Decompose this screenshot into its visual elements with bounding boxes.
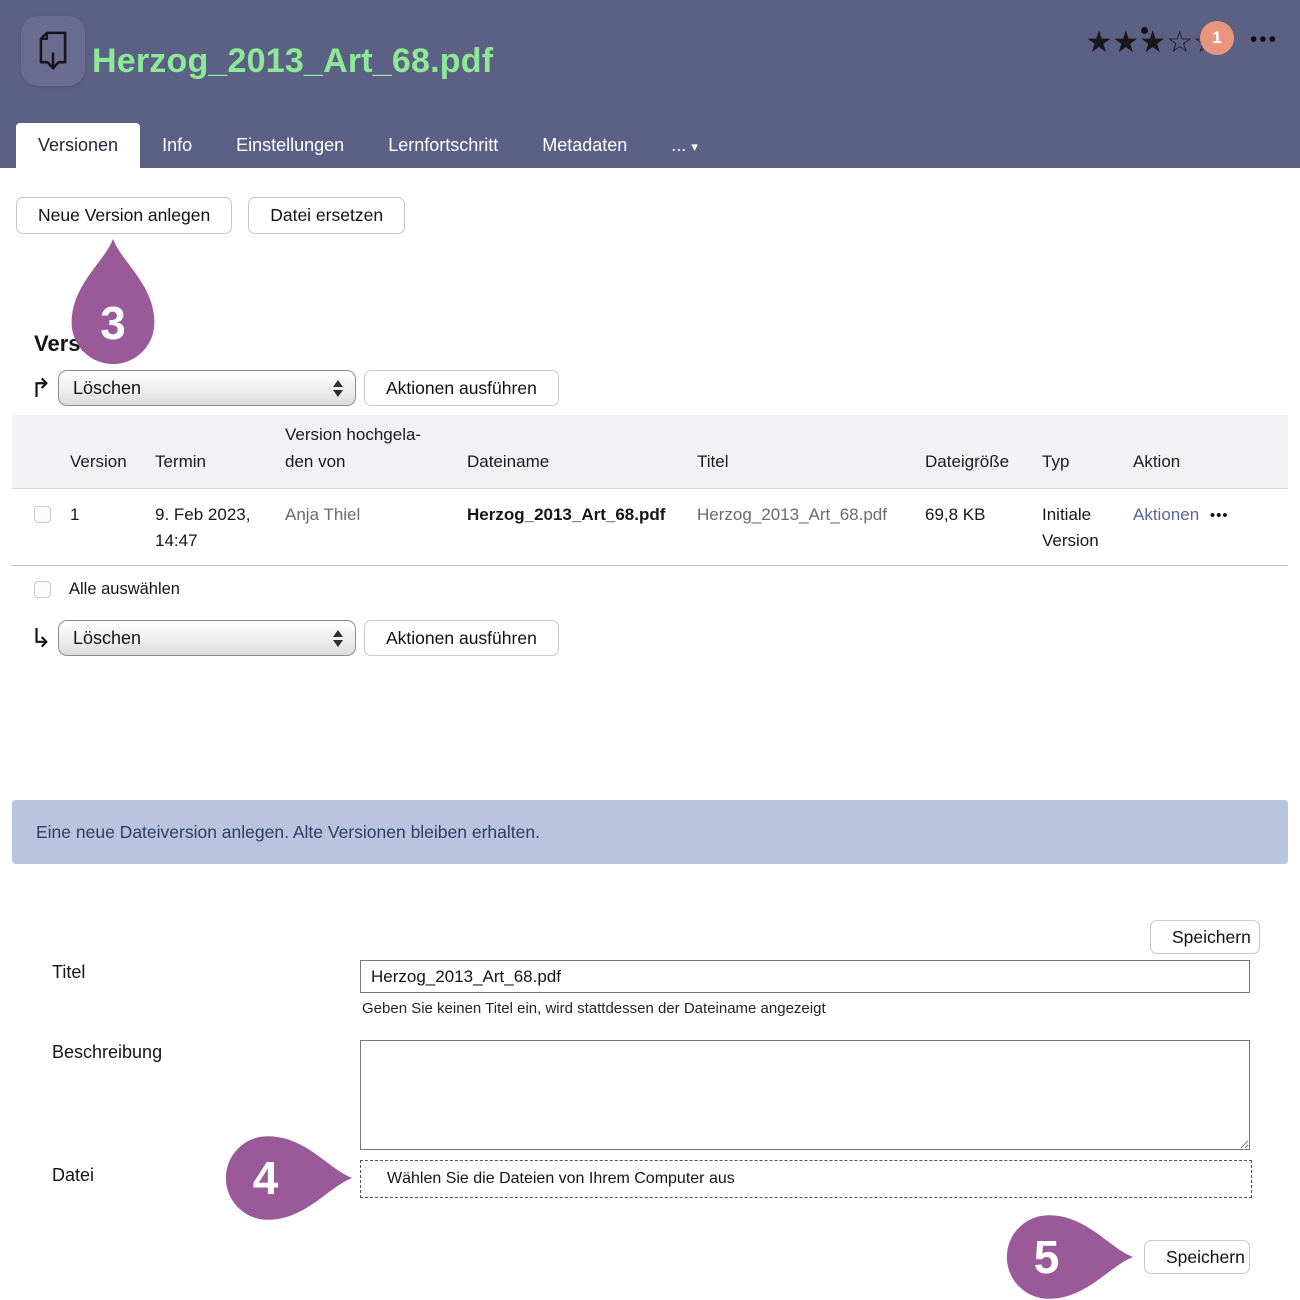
file-picker-label: Wählen Sie die Dateien von Ihrem Compute… xyxy=(387,1170,735,1188)
versions-table: Version Termin Version hochgela- den von… xyxy=(12,415,1288,599)
tab-einstellungen[interactable]: Einstellungen xyxy=(214,123,366,168)
page-title: Herzog_2013_Art_68.pdf xyxy=(92,42,493,81)
row-dateiname: Herzog_2013_Art_68.pdf xyxy=(467,502,697,528)
annotation-step-5-number: 5 xyxy=(1005,1209,1088,1300)
row-actions-more-icon[interactable]: ••• xyxy=(1210,507,1229,524)
more-menu-icon[interactable]: ••• xyxy=(1250,28,1278,52)
bulk-action-select-top[interactable]: Löschen xyxy=(58,370,356,406)
tab-bar: Versionen Info Einstellungen Lernfortsch… xyxy=(0,123,1300,168)
description-textarea[interactable] xyxy=(360,1040,1250,1150)
bulk-action-select-bottom[interactable]: Löschen xyxy=(58,620,356,656)
col-termin: Termin xyxy=(155,449,285,475)
annotation-step-3: 3 xyxy=(67,237,159,366)
select-all-row: Alle auswählen xyxy=(12,566,1288,599)
tab-lernfortschritt[interactable]: Lernfortschritt xyxy=(366,123,520,168)
row-version: 1 xyxy=(70,502,155,528)
row-checkbox[interactable] xyxy=(34,506,51,523)
annotation-step-5: 5 xyxy=(1005,1209,1135,1300)
row-actions-link[interactable]: Aktionen xyxy=(1133,505,1199,524)
chevron-down-icon: ▾ xyxy=(691,139,698,154)
file-drop-zone[interactable]: Wählen Sie die Dateien von Ihrem Compute… xyxy=(360,1160,1252,1198)
file-versions-page: Herzog_2013_Art_68.pdf ★★★☆☆ 1 ••• Versi… xyxy=(0,0,1300,1300)
col-dateigroesse: Dateigröße xyxy=(925,449,1042,475)
tab-metadaten[interactable]: Metadaten xyxy=(520,123,649,168)
table-header-row: Version Termin Version hochgela- den von… xyxy=(12,415,1288,489)
row-uploaded-by: Anja Thiel xyxy=(285,502,467,528)
col-aktion: Aktion xyxy=(1133,449,1288,475)
apply-to-selection-down-icon: ↳ xyxy=(30,619,58,657)
rating-average-marker-icon xyxy=(1141,27,1148,34)
select-all-label: Alle auswählen xyxy=(69,580,180,599)
toolbar: Neue Version anlegen Datei ersetzen xyxy=(16,197,405,234)
annotation-step-3-number: 3 xyxy=(67,283,159,363)
execute-action-button-top[interactable]: Aktionen ausführen xyxy=(364,370,559,406)
save-button-top[interactable]: Speichern xyxy=(1150,920,1260,954)
info-banner: Eine neue Dateiversion anlegen. Alte Ver… xyxy=(12,800,1288,864)
annotation-step-4-number: 4 xyxy=(224,1130,307,1226)
row-titel: Herzog_2013_Art_68.pdf xyxy=(697,502,925,528)
file-download-icon[interactable] xyxy=(21,16,85,86)
col-typ: Typ xyxy=(1042,449,1133,475)
select-all-checkbox[interactable] xyxy=(34,581,51,598)
bulk-actions-top: ↱ Löschen Aktionen ausführen xyxy=(30,369,559,407)
tab-versionen[interactable]: Versionen xyxy=(16,123,140,168)
rating-count-badge: 1 xyxy=(1200,21,1234,55)
row-typ: Initiale Version xyxy=(1042,502,1133,553)
execute-action-button-bottom[interactable]: Aktionen ausführen xyxy=(364,620,559,656)
table-row: 1 9. Feb 2023, 14:47 Anja Thiel Herzog_2… xyxy=(12,489,1288,565)
col-dateiname: Dateiname xyxy=(467,449,697,475)
save-button-bottom[interactable]: Speichern xyxy=(1144,1240,1250,1274)
description-label: Beschreibung xyxy=(52,1042,162,1063)
col-titel: Titel xyxy=(697,449,925,475)
col-version: Version xyxy=(70,449,155,475)
col-uploaded-by: Version hochgela- den von xyxy=(285,422,467,475)
title-hint: Geben Sie keinen Titel ein, wird stattde… xyxy=(362,1000,826,1017)
row-dateigroesse: 69,8 KB xyxy=(925,502,1042,528)
new-version-button[interactable]: Neue Version anlegen xyxy=(16,197,232,234)
tab-more[interactable]: ...▾ xyxy=(649,123,720,168)
apply-to-selection-up-icon: ↱ xyxy=(30,369,58,407)
tab-info[interactable]: Info xyxy=(140,123,214,168)
title-label: Titel xyxy=(52,962,85,983)
select-spinner-icon xyxy=(333,630,343,647)
select-spinner-icon xyxy=(333,380,343,397)
replace-file-button[interactable]: Datei ersetzen xyxy=(248,197,405,234)
file-label: Datei xyxy=(52,1165,94,1186)
bulk-actions-bottom: ↳ Löschen Aktionen ausführen xyxy=(30,619,559,657)
title-input[interactable] xyxy=(360,960,1250,993)
annotation-step-4: 4 xyxy=(224,1130,354,1226)
row-termin: 9. Feb 2023, 14:47 xyxy=(155,502,285,553)
header: Herzog_2013_Art_68.pdf ★★★☆☆ 1 ••• xyxy=(0,0,1300,123)
